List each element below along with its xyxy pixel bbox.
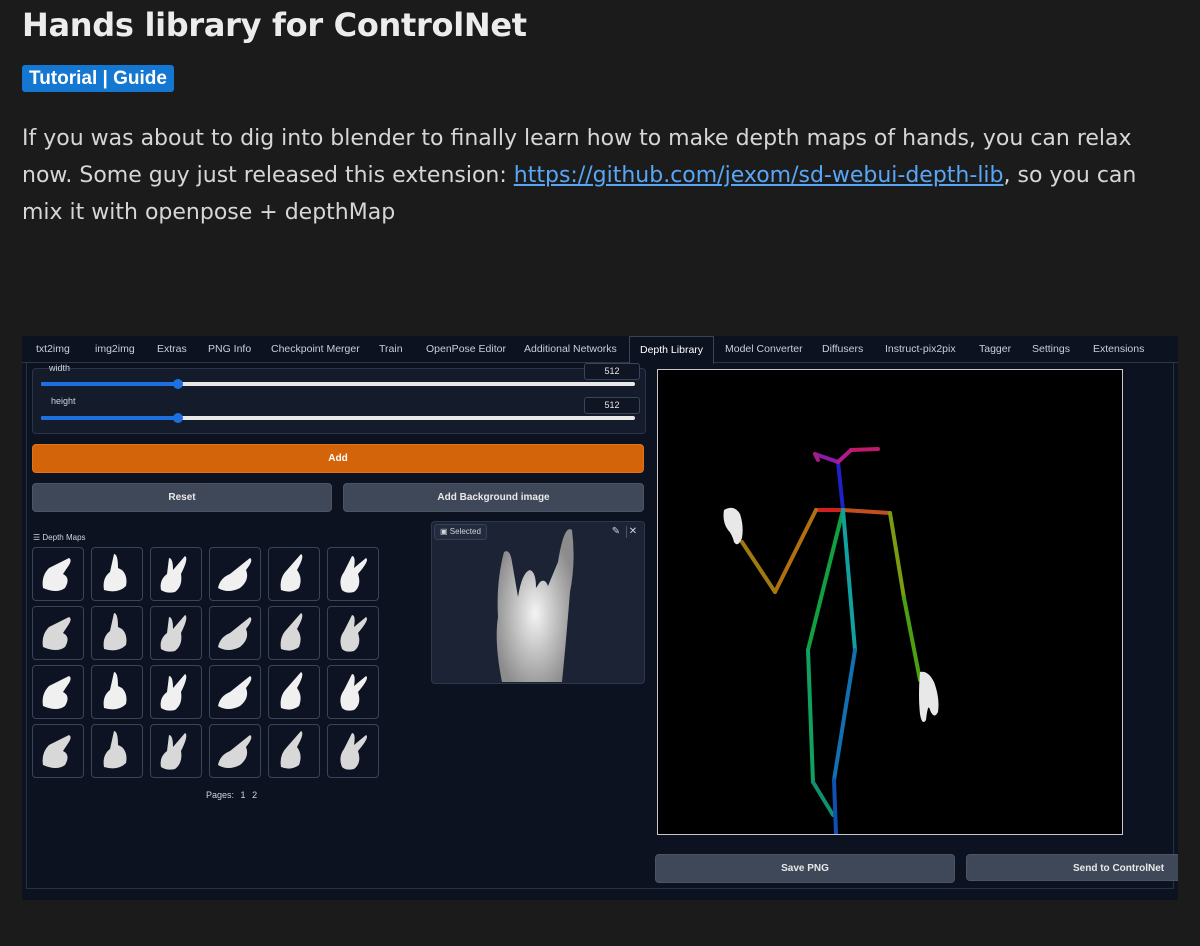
hand-depth-image — [103, 554, 127, 592]
height-slider-fill — [41, 416, 178, 420]
extension-link[interactable]: https://github.com/jexom/sd-webui-depth-… — [514, 163, 1004, 188]
depth-map-thumbnail[interactable] — [150, 606, 202, 660]
depth-map-thumbnail[interactable] — [327, 724, 379, 778]
tab-openpose-editor[interactable]: OpenPose Editor — [426, 336, 506, 362]
tab-txt2img[interactable]: txt2img — [36, 336, 70, 362]
depth-map-thumbnail[interactable] — [150, 665, 202, 719]
pages-label: Pages: — [206, 790, 235, 800]
depth-map-thumbnail[interactable] — [209, 606, 261, 660]
depth-map-thumbnail[interactable] — [91, 606, 143, 660]
hand-depth-image — [218, 617, 252, 650]
tab-additional-networks[interactable]: Additional Networks — [524, 336, 617, 362]
hand-depth-image — [103, 613, 127, 651]
tab-settings[interactable]: Settings — [1032, 336, 1070, 362]
depth-map-thumbnail[interactable] — [268, 606, 320, 660]
hand-depth-image — [42, 735, 71, 768]
selected-preview: ▣ Selected ✎ ✕ — [431, 521, 645, 684]
depth-map-thumbnail[interactable] — [209, 547, 261, 601]
hand-depth-image — [160, 733, 187, 770]
hand-depth-image — [218, 735, 252, 768]
add-button[interactable]: Add — [32, 444, 644, 473]
tab-png-info[interactable]: PNG Info — [208, 336, 251, 362]
selected-hand-image — [496, 529, 574, 682]
width-slider-fill — [41, 382, 178, 386]
embedded-screenshot: txt2img img2img Extras PNG Info Checkpoi… — [22, 336, 1178, 900]
depth-map-thumbnail[interactable] — [268, 547, 320, 601]
tab-model-converter[interactable]: Model Converter — [725, 336, 803, 362]
hand-depth-image — [340, 674, 367, 711]
post-title: Hands library for ControlNet — [22, 6, 527, 44]
pose-canvas[interactable] — [657, 369, 1123, 835]
tab-img2img[interactable]: img2img — [95, 336, 135, 362]
hand-depth-image — [218, 676, 252, 709]
pagination: Pages: 1 2 — [202, 790, 257, 800]
width-slider[interactable] — [41, 379, 635, 389]
tab-instruct-pix2pix[interactable]: Instruct-pix2pix — [885, 336, 956, 362]
depth-map-thumbnail[interactable] — [327, 665, 379, 719]
depth-map-thumbnail[interactable] — [91, 547, 143, 601]
hand-depth-image — [340, 615, 367, 652]
depth-map-thumbnail[interactable] — [32, 665, 84, 719]
depth-map-thumbnail[interactable] — [32, 724, 84, 778]
hand-depth-image — [340, 733, 367, 770]
hand-depth-image — [160, 615, 187, 652]
depth-maps-label: ☰ Depth Maps — [33, 533, 86, 542]
depth-map-thumbnail[interactable] — [268, 665, 320, 719]
reset-button[interactable]: Reset — [32, 483, 332, 512]
tab-train[interactable]: Train — [379, 336, 403, 362]
height-slider-handle[interactable] — [172, 413, 183, 423]
hand-depth-image — [160, 674, 187, 711]
hand-depth-image — [218, 558, 252, 591]
hand-depth-image — [160, 556, 187, 593]
tab-extensions[interactable]: Extensions — [1093, 336, 1144, 362]
tab-depth-library[interactable]: Depth Library — [629, 336, 715, 364]
tab-diffusers[interactable]: Diffusers — [822, 336, 863, 362]
send-to-controlnet-button[interactable]: Send to ControlNet — [966, 854, 1178, 881]
tab-tagger[interactable]: Tagger — [979, 336, 1011, 362]
hand-depth-image — [42, 558, 71, 591]
depth-map-thumbnail[interactable] — [91, 724, 143, 778]
hand-depth-image — [280, 672, 303, 710]
hand-depth-image — [103, 731, 127, 769]
depth-map-thumbnail[interactable] — [32, 547, 84, 601]
depth-map-thumbnail[interactable] — [209, 665, 261, 719]
hand-depth-image — [42, 676, 71, 709]
depth-maps-label-text: Depth Maps — [42, 533, 86, 542]
size-sliders: width 512 height 512 — [32, 363, 646, 434]
page-2-link[interactable]: 2 — [252, 790, 257, 800]
tab-bar: txt2img img2img Extras PNG Info Checkpoi… — [22, 336, 1178, 364]
width-slider-handle[interactable] — [172, 379, 183, 389]
width-value-input[interactable]: 512 — [584, 363, 640, 380]
hand-depth-image — [340, 556, 367, 593]
hand-depth-image — [42, 617, 71, 650]
depth-map-thumbnail[interactable] — [32, 606, 84, 660]
height-value-input[interactable]: 512 — [584, 397, 640, 414]
height-slider[interactable] — [41, 413, 635, 423]
hand-depth-image — [103, 672, 127, 710]
openpose-skeleton — [723, 447, 939, 834]
depth-map-thumbnail[interactable] — [268, 724, 320, 778]
add-background-image-button[interactable]: Add Background image — [343, 483, 644, 512]
save-png-button[interactable]: Save PNG — [655, 854, 955, 883]
hand-depth-image — [280, 731, 303, 769]
depth-map-thumbnail[interactable] — [209, 724, 261, 778]
page-1-link[interactable]: 1 — [241, 790, 246, 800]
post-flair-badge[interactable]: Tutorial | Guide — [22, 65, 174, 92]
depth-map-thumbnail[interactable] — [327, 606, 379, 660]
hand-depth-image — [280, 554, 303, 592]
depth-map-thumbnail[interactable] — [150, 724, 202, 778]
post-body: If you was about to dig into blender to … — [22, 120, 1182, 231]
tab-checkpoint-merger[interactable]: Checkpoint Merger — [271, 336, 360, 362]
depth-map-thumbnail[interactable] — [327, 547, 379, 601]
depth-map-thumbnail[interactable] — [91, 665, 143, 719]
depth-map-thumbnail[interactable] — [150, 547, 202, 601]
tab-extras[interactable]: Extras — [157, 336, 187, 362]
height-label: height — [51, 396, 76, 406]
hand-depth-image — [280, 613, 303, 651]
width-label: width — [49, 363, 71, 373]
